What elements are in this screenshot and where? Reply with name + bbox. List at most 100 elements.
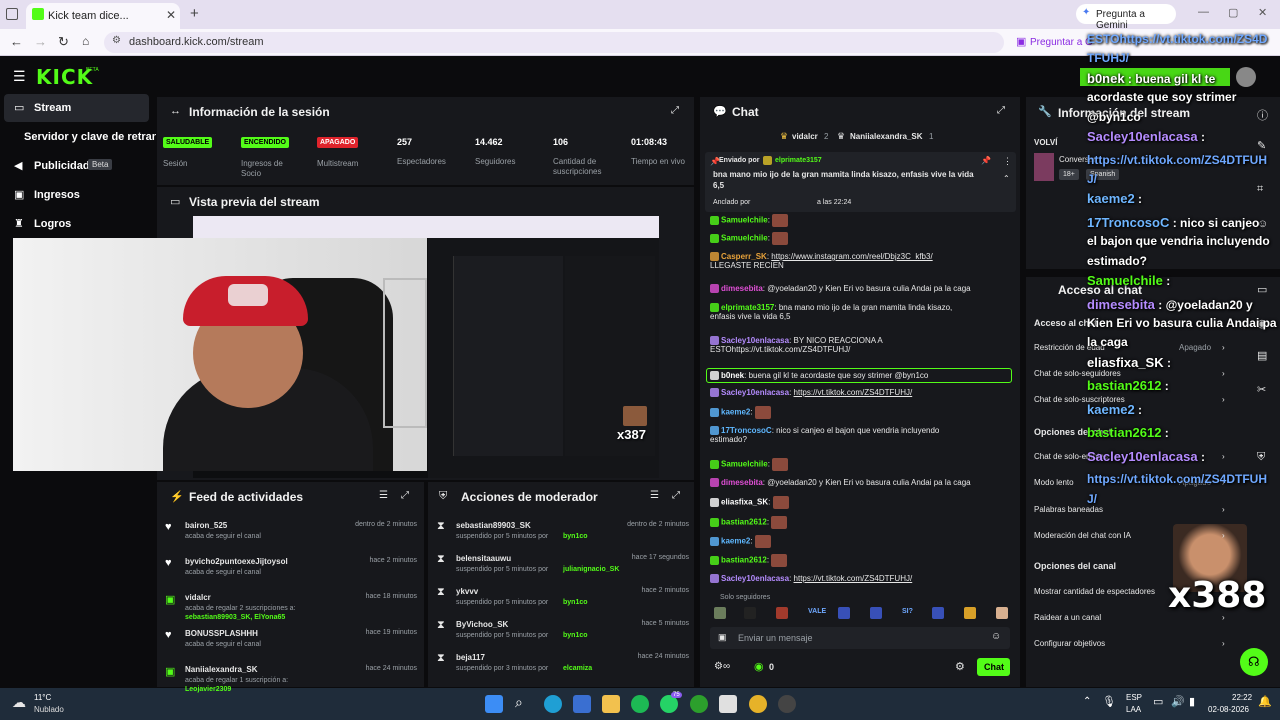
xbox-icon[interactable]	[690, 695, 708, 713]
mod-action-item[interactable]: ⧗ belensitaauwu hace 17 segundos suspendido…	[437, 551, 689, 581]
tools-icon[interactable]: ✂	[1257, 383, 1266, 396]
chat-extras-icon[interactable]: ⚙∞	[714, 661, 730, 672]
chat-message[interactable]: bastian2612:	[710, 516, 789, 529]
sidebar-item-server-key[interactable]: Servidor y clave de retransm	[4, 124, 156, 150]
mod-by[interactable]: byn1co	[563, 632, 588, 639]
chat-username[interactable]: eliasfixa_SK	[721, 498, 768, 507]
chat-username[interactable]: bastian2612	[721, 518, 767, 527]
chat-username[interactable]: Sacley10enlacasa	[721, 388, 789, 397]
chat-message[interactable]: kaeme2:	[710, 535, 773, 548]
feed-filter-icon[interactable]: ☰	[379, 490, 388, 501]
sidebar-item-stream[interactable]: ▭ Stream	[4, 94, 149, 122]
minimize-icon[interactable]: —	[1198, 6, 1209, 18]
chat-message[interactable]: kaeme2:	[710, 406, 773, 419]
sidebar-item-publicidad[interactable]: ◀ Publicidad Beta	[4, 153, 149, 179]
category-thumbnail[interactable]	[1034, 153, 1054, 181]
gemini-page-icon[interactable]: ▣	[1016, 35, 1026, 48]
feed-expand-icon[interactable]: ⤢	[401, 490, 409, 501]
chat-message[interactable]: Sacley10enlacasa: https://vt.tiktok.com/…	[710, 574, 912, 584]
chat-message[interactable]: Sacley10enlacasa: BY NICO REACCIONA A EST…	[710, 336, 883, 354]
emote-thumb-6[interactable]	[932, 607, 944, 619]
info-icon[interactable]: ⓘ	[1257, 107, 1268, 123]
help-button[interactable]: ☊	[1240, 648, 1268, 676]
chat-message[interactable]: dimesebita: @yoeladan20 y Kien Eri vo ba…	[710, 284, 971, 294]
chat-username[interactable]: kaeme2	[721, 408, 750, 417]
battery-icon[interactable]: ▮	[1189, 695, 1195, 708]
chat-username[interactable]: Sacley10enlacasa	[721, 336, 789, 345]
back-icon[interactable]: ←	[10, 34, 23, 49]
feed-item[interactable]: ♥ bairon_525 dentro de 2 minutos acaba de s…	[165, 518, 417, 548]
explorer-icon[interactable]	[602, 695, 620, 713]
emote-si[interactable]: SI?	[902, 608, 913, 615]
chat-message[interactable]: elprimate3157: bna mano mio ijo de la gr…	[710, 303, 952, 321]
store-icon[interactable]	[573, 695, 591, 713]
mod-by[interactable]: elcamiza	[563, 665, 592, 672]
chat-username[interactable]: dimesebita	[721, 284, 763, 293]
lang-layout[interactable]: LAA	[1126, 705, 1141, 714]
feed-user[interactable]: vidalcr	[185, 593, 211, 602]
chat-popout-icon[interactable]: ⤢	[997, 105, 1005, 116]
mod-expand-icon[interactable]: ⤢	[672, 490, 680, 501]
obs-icon[interactable]	[778, 695, 796, 713]
home-icon[interactable]: ⌂	[82, 34, 89, 48]
browser-tab[interactable]: Kick team dice... ✕	[26, 3, 180, 29]
edge-icon[interactable]	[544, 695, 562, 713]
feed-item[interactable]: ♥ BONUSSPLASHHH hace 19 minutos acaba de se…	[165, 626, 417, 656]
emote-thumb-8[interactable]	[996, 607, 1008, 619]
clock-time[interactable]: 22:22	[1232, 693, 1252, 702]
mod-user[interactable]: ByVichoo_SK	[456, 620, 508, 629]
chat-message[interactable]: Casperr_SK: https://www.instagram.com/re…	[710, 252, 933, 270]
unpin-icon[interactable]: 📌	[981, 156, 991, 165]
chat-message[interactable]: 17TroncosoC: nico si canjeo el bajon que…	[710, 426, 939, 444]
chat-message[interactable]: Sacley10enlacasa: https://vt.tiktok.com/…	[710, 388, 912, 398]
volume-icon[interactable]: 🔊	[1171, 695, 1185, 708]
mod-by[interactable]: julianignacio_SK	[563, 566, 619, 573]
chat-input[interactable]: ▣ Enviar un mensaje ☺	[710, 627, 1010, 649]
chat-send-button[interactable]: Chat	[977, 658, 1010, 676]
mod-filter-icon[interactable]: ☰	[650, 490, 659, 501]
spotify-icon[interactable]	[631, 695, 649, 713]
message-icon[interactable]: ▭	[1257, 283, 1267, 296]
sidebar-item-logros[interactable]: ♜ Logros	[4, 211, 149, 237]
chat-message[interactable]: bastian2612:	[710, 554, 789, 567]
feed-user[interactable]: BONUSSPLASHHH	[185, 629, 258, 638]
emote-vale[interactable]: VALE	[808, 608, 826, 615]
sidebar-item-ingresos[interactable]: ▣ Ingresos	[4, 182, 149, 208]
feed-item[interactable]: ♥ byvicho2puntoexeJijtoysol hace 2 minutos…	[165, 554, 417, 584]
chat-message[interactable]: Samuelchile:	[710, 458, 790, 471]
emote-thumb-1[interactable]	[714, 607, 726, 619]
feed-item[interactable]: ▣ Naniialexandra_SK hace 24 minutos acaba d…	[165, 662, 417, 693]
chat-username[interactable]: Samuelchile	[721, 234, 768, 243]
chat-username[interactable]: dimesebita	[721, 478, 763, 487]
mic-icon[interactable]: 🎙	[1102, 695, 1116, 708]
reload-icon[interactable]: ↻	[58, 34, 69, 50]
chat-message[interactable]: b0nek: buena gil kl te acordaste que soy…	[706, 368, 1012, 384]
mod-user[interactable]: sebastian89903_SK	[456, 521, 531, 530]
feed-item[interactable]: ▣ vidalcr hace 18 minutos acaba de regalar …	[165, 590, 417, 621]
mod-action-item[interactable]: ⧗ ykvvv hace 2 minutos suspendido por 5 min…	[437, 584, 689, 614]
chat-message[interactable]: Samuelchile:	[710, 214, 790, 227]
network-icon[interactable]: ▭	[1153, 695, 1163, 708]
chrome-icon[interactable]	[749, 695, 767, 713]
close-window-icon[interactable]: ✕	[1258, 6, 1267, 19]
forward-icon[interactable]: →	[34, 34, 47, 49]
mod-action-item[interactable]: ⧗ sebastian89903_SK dentro de 2 minutos sus…	[437, 518, 689, 548]
chat-username[interactable]: bastian2612	[721, 556, 767, 565]
kick-logo[interactable]: KICK	[36, 65, 93, 89]
emote-thumb-5[interactable]	[870, 607, 882, 619]
menu-icon[interactable]: ☰	[13, 68, 26, 85]
mod-by[interactable]: byn1co	[563, 533, 588, 540]
tab-close-icon[interactable]: ✕	[166, 8, 176, 22]
top-gifter-1[interactable]: vidalcr	[792, 132, 818, 141]
emote-thumb-4[interactable]	[838, 607, 850, 619]
emote-thumb-7[interactable]	[964, 607, 976, 619]
chat-message[interactable]: dimesebita: @yoeladan20 y Kien Eri vo ba…	[710, 478, 971, 488]
feed-user[interactable]: Naniialexandra_SK	[185, 665, 257, 674]
pinned-menu-icon[interactable]: ⋮	[1003, 156, 1012, 167]
start-icon[interactable]	[485, 695, 503, 713]
kick-points-icon[interactable]: ◉	[754, 660, 764, 673]
site-info-icon[interactable]: ⚙	[112, 35, 121, 46]
emote-thumb-3[interactable]	[776, 607, 788, 619]
emoji-icon[interactable]: ☺	[991, 631, 1001, 642]
chat-username[interactable]: Sacley10enlacasa	[721, 574, 789, 583]
